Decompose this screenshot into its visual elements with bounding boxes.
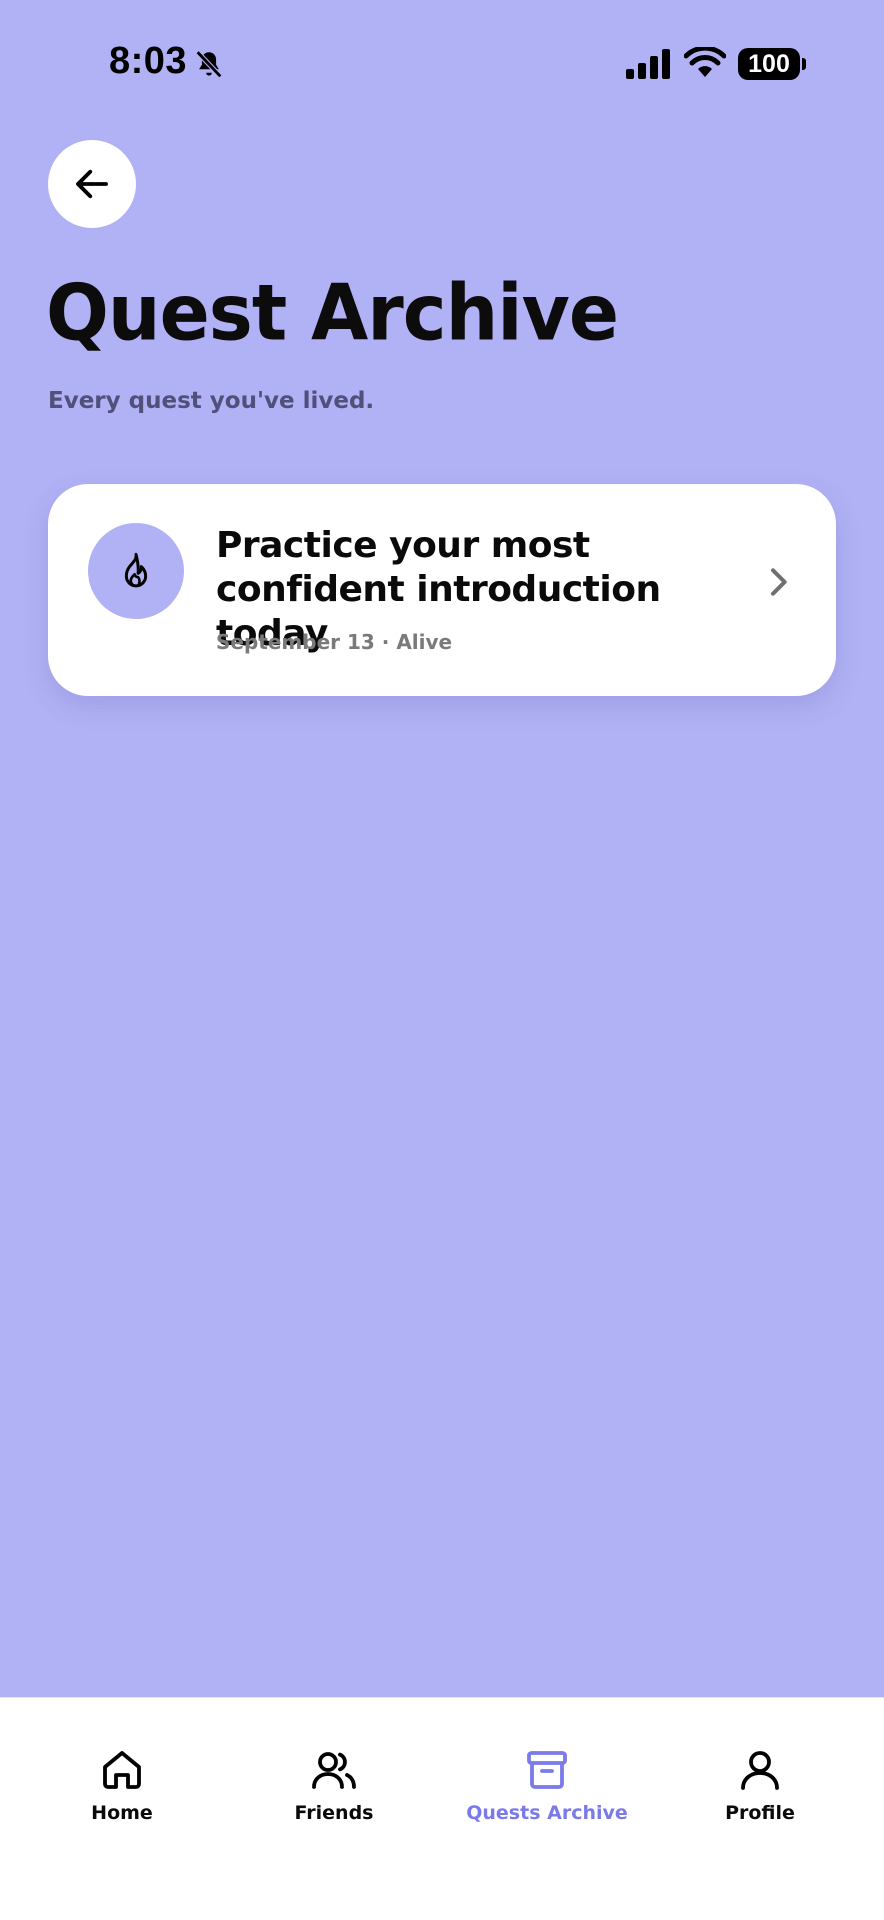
nav-item-quests-archive[interactable]: Quests Archive	[447, 1746, 647, 1836]
quest-icon-badge	[88, 523, 184, 619]
chevron-right-icon	[771, 568, 787, 596]
signal-icon	[626, 49, 670, 79]
quest-meta: September 13 · Alive	[216, 630, 453, 654]
bottom-nav: Home Friends Quests Archive Profile	[0, 1697, 884, 1920]
profile-icon	[741, 1751, 779, 1790]
nav-item-profile[interactable]: Profile	[660, 1746, 860, 1836]
nav-item-friends[interactable]: Friends	[234, 1746, 434, 1836]
arrow-left-icon	[76, 169, 108, 199]
back-button[interactable]	[48, 140, 136, 228]
flame-icon	[124, 552, 148, 588]
page-title: Quest Archive	[46, 268, 619, 359]
wifi-icon	[684, 47, 726, 77]
nav-label-friends: Friends	[294, 1802, 374, 1824]
bell-slash-icon	[195, 50, 223, 79]
home-icon	[103, 1751, 141, 1789]
friends-icon	[312, 1752, 356, 1789]
quest-card[interactable]: Practice your most confident introductio…	[48, 484, 836, 696]
status-bar: 8:03 100	[0, 0, 884, 130]
battery-icon: 100	[738, 48, 806, 80]
quest-archive-screen: 8:03 100 Quest Archive Every quest you'v…	[0, 0, 884, 1920]
nav-label-home: Home	[91, 1802, 153, 1824]
archive-icon	[527, 1751, 567, 1789]
nav-item-home[interactable]: Home	[22, 1746, 222, 1836]
nav-label-quests-archive: Quests Archive	[466, 1802, 628, 1824]
nav-label-profile: Profile	[725, 1802, 795, 1824]
status-time: 8:03	[109, 40, 188, 82]
page-subtitle: Every quest you've lived.	[48, 388, 375, 414]
